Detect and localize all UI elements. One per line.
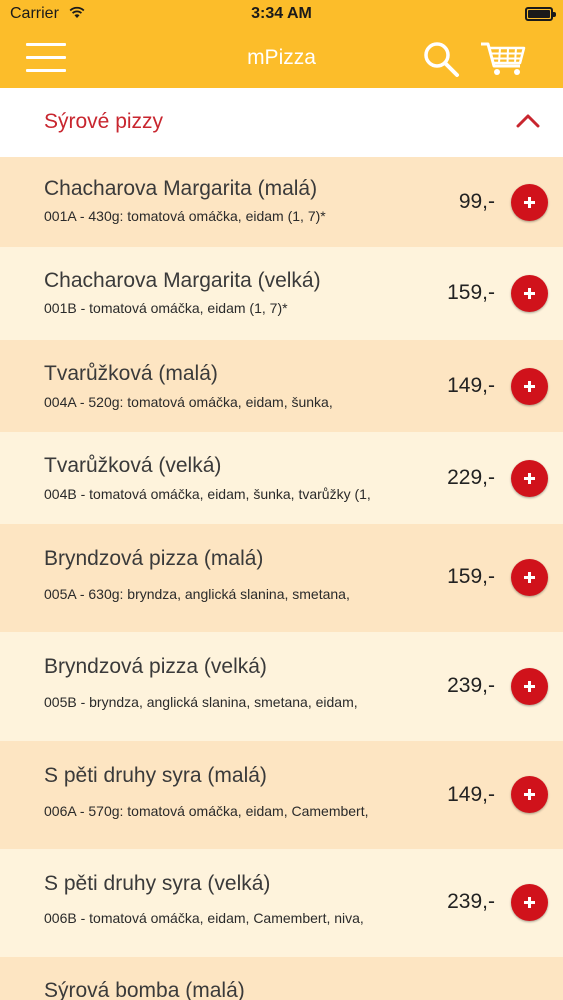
list-item[interactable]: Tvarůžková (malá) 004A - 520g: tomatová … <box>0 340 563 432</box>
list-item[interactable]: Bryndzová pizza (malá) 005A - 630g: bryn… <box>0 524 563 632</box>
search-icon[interactable] <box>420 38 462 80</box>
item-price: 99,- <box>458 190 495 213</box>
list-item[interactable]: S pěti druhy syra (velká) 006B - tomatov… <box>0 849 563 957</box>
item-name: Sýrová bomba (malá) <box>44 979 245 1000</box>
nav-bar: mPizza <box>0 30 563 88</box>
plus-icon[interactable] <box>511 776 548 813</box>
pizza-list: Chacharova Margarita (malá) 001A - 430g:… <box>0 157 563 1000</box>
section-title: Sýrové pizzy <box>44 110 164 133</box>
item-description: 004A - 520g: tomatová omáčka, eidam, šun… <box>44 394 333 410</box>
cart-icon[interactable] <box>478 38 528 80</box>
clock: 3:34 AM <box>251 5 312 22</box>
plus-icon[interactable] <box>511 460 548 497</box>
plus-icon[interactable] <box>511 668 548 705</box>
item-price: 229,- <box>447 466 495 489</box>
plus-icon[interactable] <box>511 884 548 921</box>
item-description: 005B - bryndza, anglická slanina, smetan… <box>44 694 358 710</box>
item-price: 159,- <box>447 281 495 304</box>
chevron-up-icon[interactable] <box>515 110 541 132</box>
item-name: Chacharova Margarita (malá) <box>44 177 318 200</box>
item-price: 149,- <box>447 374 495 397</box>
item-name: Chacharova Margarita (velká) <box>44 269 321 292</box>
plus-icon[interactable] <box>511 559 548 596</box>
plus-icon[interactable] <box>511 275 548 312</box>
item-price: 239,- <box>447 674 495 697</box>
list-item[interactable]: Sýrová bomba (malá) <box>0 957 563 1000</box>
list-item[interactable]: Chacharova Margarita (velká) 001B - toma… <box>0 247 563 340</box>
item-description: 005A - 630g: bryndza, anglická slanina, … <box>44 586 350 602</box>
item-price: 239,- <box>447 890 495 913</box>
item-description: 004B - tomatová omáčka, eidam, šunka, tv… <box>44 486 371 502</box>
item-name: S pěti druhy syra (malá) <box>44 764 267 787</box>
list-item[interactable]: Chacharova Margarita (malá) 001A - 430g:… <box>0 157 563 247</box>
section-header[interactable]: Sýrové pizzy <box>0 88 563 157</box>
plus-icon[interactable] <box>511 184 548 221</box>
item-description: 001B - tomatová omáčka, eidam (1, 7)* <box>44 300 288 316</box>
item-description: 001A - 430g: tomatová omáčka, eidam (1, … <box>44 208 326 224</box>
plus-icon[interactable] <box>511 368 548 405</box>
item-name: Bryndzová pizza (malá) <box>44 547 264 570</box>
item-name: Tvarůžková (malá) <box>44 362 218 385</box>
list-item[interactable]: Tvarůžková (velká) 004B - tomatová omáčk… <box>0 432 563 524</box>
item-name: S pěti druhy syra (velká) <box>44 872 271 895</box>
item-description: 006A - 570g: tomatová omáčka, eidam, Cam… <box>44 803 369 819</box>
item-price: 159,- <box>447 565 495 588</box>
item-name: Bryndzová pizza (velká) <box>44 655 267 678</box>
item-name: Tvarůžková (velká) <box>44 454 222 477</box>
list-item[interactable]: Bryndzová pizza (velká) 005B - bryndza, … <box>0 632 563 741</box>
item-description: 006B - tomatová omáčka, eidam, Camembert… <box>44 910 364 926</box>
status-bar: Carrier 3:34 AM <box>0 0 563 30</box>
item-price: 149,- <box>447 783 495 806</box>
battery-icon <box>525 7 556 21</box>
list-item[interactable]: S pěti druhy syra (malá) 006A - 570g: to… <box>0 741 563 849</box>
